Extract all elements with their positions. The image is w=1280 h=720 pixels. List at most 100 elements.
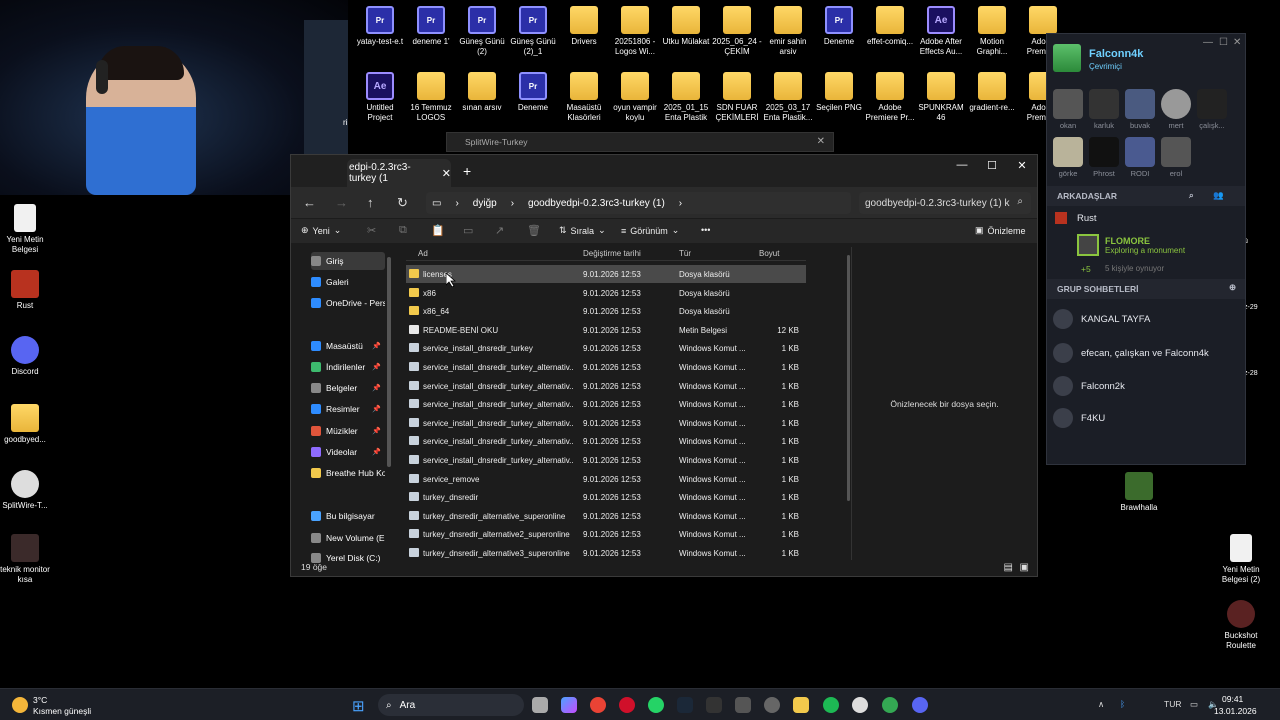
friend-avatar[interactable] — [1089, 89, 1119, 119]
sidebar-item[interactable]: OneDrive - Perso — [311, 294, 385, 312]
epic-games-icon[interactable] — [706, 697, 722, 713]
desktop-icon[interactable]: Motion Graphi... — [965, 6, 1019, 57]
breadcrumb-item-2[interactable]: goodbyedpi-0.2.3rc3-turkey (1) — [528, 198, 665, 209]
sidebar-item[interactable]: Belgeler 📌 — [311, 379, 385, 397]
delete-icon[interactable]: 🗑 — [527, 224, 541, 237]
file-row[interactable]: service_install_dnsredir_turkey 9.01.2026… — [406, 339, 806, 357]
minimize-button[interactable]: — — [947, 159, 977, 171]
file-row[interactable]: licenses 9.01.2026 12:53 Dosya klasörü — [406, 265, 806, 283]
desktop-icon-buckshot[interactable]: Buckshot Roulette — [1214, 600, 1268, 651]
spotify-icon[interactable] — [823, 697, 839, 713]
desktop-icon[interactable]: gradient-re... — [965, 72, 1019, 113]
desktop-icon-splitwire[interactable]: SplitWire-T... — [0, 470, 52, 511]
online-status[interactable]: Çevrimiçi — [1089, 62, 1122, 71]
more-button[interactable]: ••• — [701, 225, 710, 235]
taskbar-search[interactable]: ⌕ Ara — [378, 694, 524, 716]
new-button[interactable]: ⊕ Yeni ⌄ — [301, 225, 341, 236]
desktop-icon[interactable]: Pr Deneme — [506, 72, 560, 113]
file-row[interactable]: x86 9.01.2026 12:53 Dosya klasörü — [406, 284, 806, 302]
up-icon[interactable]: ↑ — [367, 195, 374, 210]
sidebar-item[interactable]: Masaüstü 📌 — [311, 337, 385, 355]
friend-avatar[interactable] — [1053, 137, 1083, 167]
desktop-icon[interactable]: 20251806 -Logos Wi... — [608, 6, 662, 57]
whatsapp-icon[interactable] — [648, 697, 664, 713]
file-row[interactable]: service_install_dnsredir_turkey_alternat… — [406, 395, 806, 413]
file-row[interactable]: service_install_dnsredir_turkey_alternat… — [406, 377, 806, 395]
sidebar-scrollbar[interactable] — [387, 257, 391, 467]
network-icon[interactable]: ▭ — [1190, 699, 1198, 710]
desktop-icon[interactable]: Pr Güneş Günü (2) — [455, 6, 509, 57]
file-row[interactable]: README-BENİ OKU 9.01.2026 12:53 Metin Belg… — [406, 321, 806, 339]
group-item[interactable]: Falconn2k — [1053, 371, 1125, 401]
sort-button[interactable]: ⇅ Sırala ⌄ — [559, 225, 606, 236]
sidebar-item[interactable]: Müzikler 📌 — [311, 422, 385, 440]
copy-icon[interactable]: ⧉ — [399, 224, 407, 237]
add-friend-icon[interactable]: 👥 — [1213, 190, 1224, 201]
clock-time[interactable]: 09:41 — [1222, 694, 1243, 704]
splitwire-close-button[interactable]: ✕ — [817, 136, 825, 147]
list-scrollbar[interactable] — [847, 255, 850, 501]
desktop-icon[interactable]: Pr deneme 1' — [404, 6, 458, 47]
profile-avatar[interactable] — [1053, 44, 1081, 72]
file-row[interactable]: service_install_dnsredir_turkey_alternat… — [406, 432, 806, 450]
desktop-icon-text-doc-2[interactable]: Yeni Metin Belgesi (2) — [1214, 534, 1268, 585]
sidebar-item[interactable]: Bu bilgisayar — [311, 507, 385, 525]
desktop-icon-video[interactable]: teknik monitor kısa — [0, 534, 52, 585]
clock-date[interactable]: 13.01.2026 — [1214, 706, 1257, 716]
game-group-label[interactable]: Rust — [1077, 213, 1097, 224]
rename-icon[interactable]: ▭ — [463, 224, 473, 237]
chrome-2-icon[interactable] — [882, 697, 898, 713]
friend-avatar[interactable] — [1053, 89, 1083, 119]
desktop-icon[interactable]: SPUNKRAM 46 — [914, 72, 968, 123]
camera-icon[interactable] — [735, 697, 751, 713]
steam-minimize-button[interactable]: — — [1203, 37, 1213, 48]
settings-icon[interactable] — [764, 697, 780, 713]
sidebar-item[interactable]: Breathe Hub Koı — [311, 464, 385, 482]
chrome-icon[interactable] — [590, 697, 606, 713]
weather-icon[interactable] — [12, 697, 28, 713]
desktop-icon[interactable]: Ae Untitled Project — [353, 72, 407, 123]
desktop-icon[interactable]: oyun vampir koylu — [608, 72, 662, 123]
desktop-icon[interactable]: Ae Adobe After Effects Au... — [914, 6, 968, 57]
tray-overflow-icon[interactable]: ∧ — [1098, 699, 1104, 710]
refresh-icon[interactable]: ↻ — [397, 195, 408, 211]
desktop-icon[interactable]: Seçilen PNG — [812, 72, 866, 113]
file-row[interactable]: service_install_dnsredir_turkey_alternat… — [406, 414, 806, 432]
task-view-icon[interactable] — [532, 697, 548, 713]
splitwire-window-titlebar[interactable]: SplitWire-Turkey ✕ — [446, 132, 834, 152]
friend-name[interactable]: FLOMORE — [1105, 236, 1150, 246]
view-button[interactable]: ≡ Görünüm ⌄ — [621, 225, 679, 236]
tab-close-icon[interactable]: ✕ — [442, 167, 451, 180]
preview-toggle[interactable]: ▣ Önizleme — [975, 225, 1026, 236]
desktop-icon[interactable]: Adobe Premiere Pr... — [863, 72, 917, 123]
search-icon[interactable]: ⌕ — [1189, 190, 1194, 201]
file-row[interactable]: service_install_dnsredir_turkey_alternat… — [406, 358, 806, 376]
desktop-icon[interactable]: Drivers — [557, 6, 611, 47]
sidebar-item[interactable]: Giriş — [311, 252, 385, 270]
desktop-icon[interactable]: effet-comiq... — [863, 6, 917, 47]
weather-temp[interactable]: 3°C — [33, 695, 47, 705]
file-row[interactable]: service_remove 9.01.2026 12:53 Windows Kom… — [406, 470, 806, 488]
discord-icon[interactable] — [912, 697, 928, 713]
desktop-icon-text-doc[interactable]: Yeni Metin Belgesi — [0, 204, 52, 255]
col-name[interactable]: Ad — [418, 249, 428, 258]
details-view-icon[interactable]: ▤ — [1004, 562, 1013, 573]
cut-icon[interactable]: ✂ — [367, 224, 376, 237]
add-group-icon[interactable]: ⊕ — [1229, 282, 1236, 293]
friend-avatar[interactable] — [1125, 137, 1155, 167]
friend-avatar[interactable] — [1089, 137, 1119, 167]
steam-maximize-button[interactable]: ☐ — [1219, 37, 1228, 48]
sidebar-item[interactable]: Videolar 📌 — [311, 443, 385, 461]
breadcrumb[interactable]: ▭ › dyiğp › goodbyedpi-0.2.3rc3-turkey (1)… — [426, 192, 851, 214]
desktop-icon-discord[interactable]: Discord — [0, 336, 52, 377]
sidebar-item[interactable]: Galeri — [311, 273, 385, 291]
desktop-icon[interactable]: 2025_01_15 Enta Plastik — [659, 72, 713, 123]
tiles-view-icon[interactable]: ▣ — [1020, 562, 1029, 573]
close-button[interactable]: ✕ — [1007, 159, 1037, 172]
sidebar-item[interactable]: New Volume (E — [311, 529, 385, 547]
desktop-icon[interactable]: SDN FUAR ÇEKİMLERİ — [710, 72, 764, 123]
friend-avatar[interactable] — [1077, 234, 1099, 256]
group-item[interactable]: KANGAL TAYFA — [1053, 304, 1150, 334]
desktop-icon[interactable]: sınan arsıv — [455, 72, 509, 113]
group-chats-header[interactable]: GRUP SOHBETLERİ ⊕ — [1047, 279, 1245, 299]
